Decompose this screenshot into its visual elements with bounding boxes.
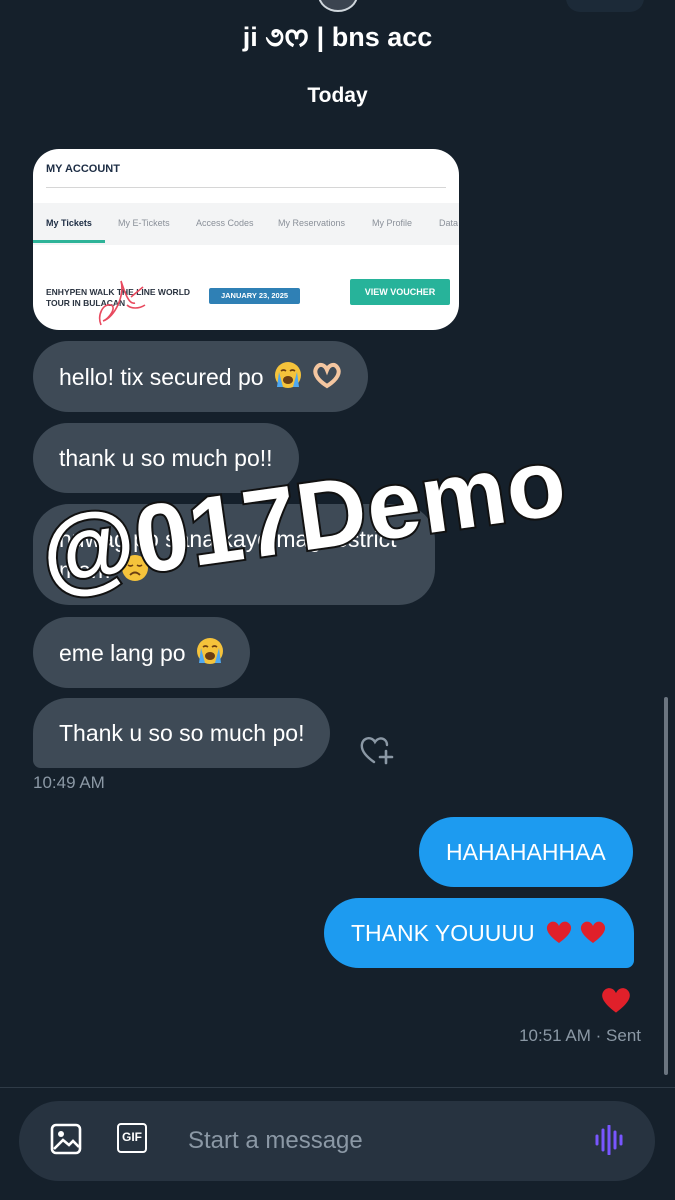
composer-divider (0, 1087, 675, 1088)
tab-data: Data (439, 218, 459, 228)
heart-hands-icon (313, 362, 342, 389)
attachment-image[interactable]: MY ACCOUNT My Tickets My E-Tickets Acces… (33, 149, 459, 330)
crying-face-icon (196, 638, 223, 664)
gif-button[interactable]: GIF (117, 1123, 147, 1153)
message-composer: GIF Start a message (19, 1101, 655, 1181)
signature-scribble (98, 280, 146, 326)
message-text: Thank u so so much po! (59, 720, 305, 746)
message-text: THANK YOUUUU (351, 920, 535, 946)
scrollbar[interactable] (664, 697, 668, 1075)
message-input[interactable]: Start a message (188, 1127, 363, 1155)
received-message[interactable]: eme lang po (33, 617, 250, 688)
crying-face-icon (274, 362, 301, 388)
sent-message[interactable]: HAHAHAHHAA (419, 817, 633, 887)
message-text: thank u so much po!! (59, 445, 273, 471)
heart-reaction-icon[interactable] (600, 985, 632, 1015)
divider (46, 187, 446, 188)
message-text: eme lang po (59, 640, 186, 666)
tab-my-e-tickets: My E-Tickets (118, 218, 170, 228)
red-heart-icon (546, 921, 572, 943)
tab-my-reservations: My Reservations (278, 218, 346, 228)
received-message[interactable]: Thank u so so much po! (33, 698, 331, 768)
image-icon[interactable] (50, 1123, 82, 1155)
red-heart-icon (581, 921, 606, 943)
received-message[interactable]: hello! tix secured po (33, 341, 369, 412)
tab-my-profile: My Profile (372, 218, 413, 228)
info-button[interactable] (566, 0, 644, 12)
tab-my-tickets: My Tickets (46, 218, 92, 228)
conversation-title[interactable]: ji ૭ᰔ | bns acc (0, 18, 675, 59)
add-reaction-icon[interactable] (359, 733, 395, 767)
voice-message-icon[interactable] (594, 1125, 626, 1155)
view-voucher-button: VIEW VOUCHER (350, 279, 450, 305)
event-date-badge: JANUARY 23, 2025 (209, 288, 300, 304)
tab-access-codes: Access Codes (196, 218, 254, 228)
received-timestamp: 10:49 AM (33, 773, 105, 792)
contact-avatar[interactable] (318, 0, 358, 12)
account-title: MY ACCOUNT (46, 163, 120, 175)
date-separator: Today (307, 84, 368, 107)
active-tab-indicator (33, 240, 105, 243)
sent-message[interactable]: THANK YOUUUU (324, 898, 635, 968)
message-text: hello! tix secured po (59, 364, 264, 390)
sent-status: 10:51 AM · Sent (519, 1026, 641, 1045)
message-text: HAHAHAHHAA (446, 839, 606, 865)
